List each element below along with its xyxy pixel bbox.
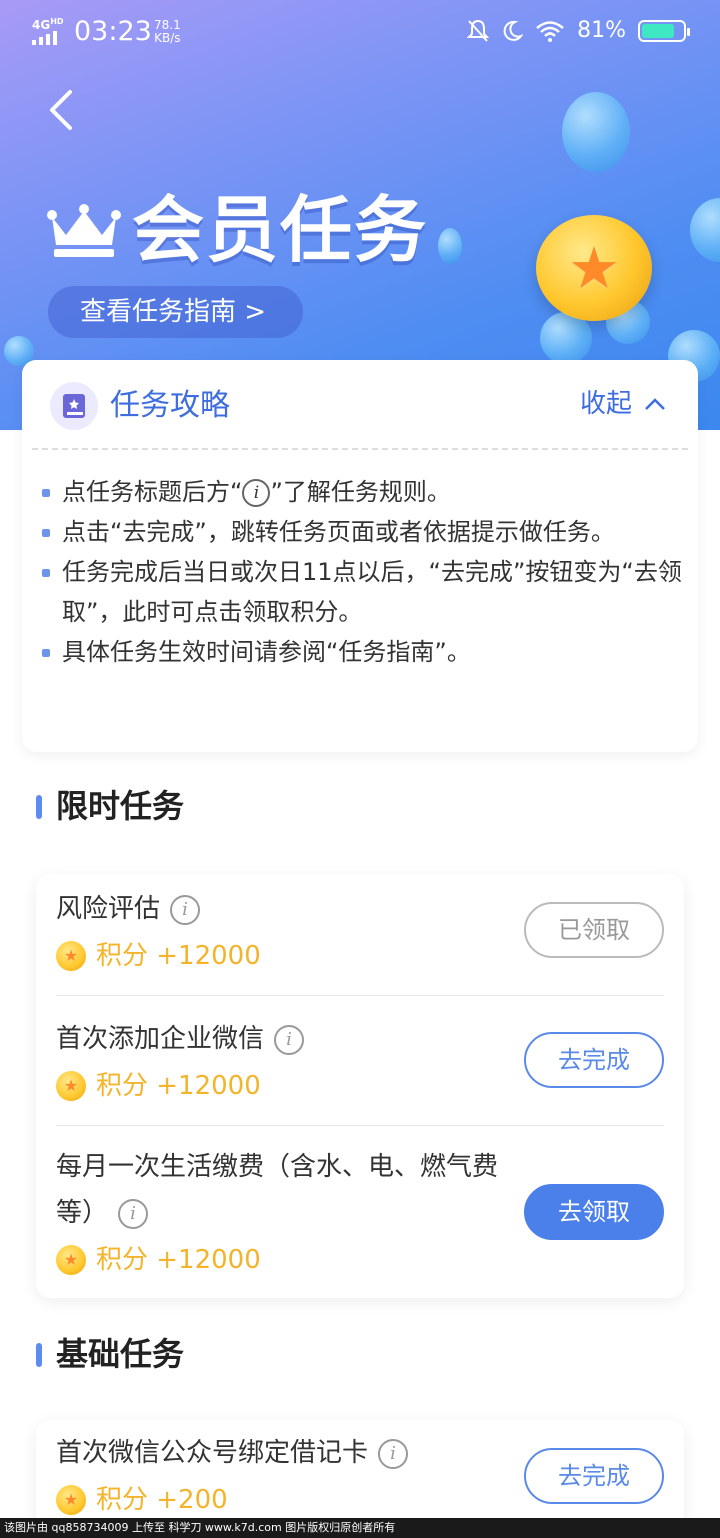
task-row: 首次添加企业微信 i ★ 积分 +12000 去完成 <box>56 996 664 1126</box>
task-name: 首次微信公众号绑定借记卡 <box>56 1438 369 1468</box>
watermark-bar: 该图片由 qq858734009 上传至 科学刀 www.k7d.com 图片版… <box>0 1518 720 1538</box>
info-icon[interactable]: i <box>274 1024 305 1055</box>
task-row: 首次微信公众号绑定借记卡 i ★ 积分 +200 去完成 <box>56 1430 664 1530</box>
coin-star-icon: ★ <box>536 215 652 321</box>
points-value: 积分 +200 <box>96 1485 228 1515</box>
decor-bubble <box>690 198 720 262</box>
page-title: 会员任务 <box>132 188 429 272</box>
crown-icon <box>47 204 121 257</box>
clock: 03:23 <box>74 16 152 47</box>
info-icon[interactable]: i <box>378 1438 409 1469</box>
battery-fill <box>642 23 675 38</box>
info-icon[interactable]: i <box>170 894 201 925</box>
collapse-label: 收起 <box>579 389 632 419</box>
claimed-button[interactable]: 已领取 <box>524 902 664 958</box>
section-title-basic: 基础任务 <box>36 1334 184 1374</box>
task-name: 风险评估 <box>56 894 161 924</box>
bullet-text: ”了解任务规则。 <box>270 478 451 506</box>
claim-button[interactable]: 去领取 <box>524 1184 664 1240</box>
list-item: 点任务标题后方“ i ”了解任务规则。 <box>42 472 682 512</box>
list-item: 具体任务生效时间请参阅“任务指南”。 <box>42 632 682 672</box>
book-icon <box>50 382 98 430</box>
task-guide-button[interactable]: 查看任务指南 > <box>48 286 303 338</box>
title-row: 会员任务 <box>46 190 428 270</box>
go-complete-button[interactable]: 去完成 <box>524 1032 664 1088</box>
battery-percent: 81% <box>577 18 626 43</box>
chevron-up-icon <box>645 398 665 410</box>
task-title[interactable]: 风险评估 i <box>56 886 516 932</box>
wifi-icon <box>536 20 564 42</box>
battery-icon <box>638 19 690 42</box>
decor-bubble <box>438 228 462 264</box>
network-indicator: 4GHD <box>32 16 64 45</box>
coin-icon: ★ <box>56 941 86 971</box>
points-value: 积分 +12000 <box>96 1071 261 1101</box>
status-bar: 4GHD 03:23 78.1 KB/s 81% <box>0 0 720 64</box>
list-item: 点击“去完成”，跳转任务页面或者依据提示做任务。 <box>42 512 682 552</box>
signal-icon <box>32 31 57 45</box>
go-complete-button[interactable]: 去完成 <box>524 1448 664 1504</box>
network-sup: HD <box>50 17 64 26</box>
back-arrow-icon[interactable] <box>44 86 84 134</box>
coin-icon: ★ <box>56 1071 86 1101</box>
task-title[interactable]: 每月一次生活缴费（含水、电、燃气费等） i <box>56 1144 516 1236</box>
list-item: 任务完成后当日或次日11点以后，“去完成”按钮变为“去领取”，此时可点击领取积分… <box>42 552 682 632</box>
info-icon[interactable]: i <box>118 1198 149 1229</box>
section-title-limited: 限时任务 <box>36 786 184 826</box>
silent-bell-icon <box>467 19 490 42</box>
bullet-text: 点任务标题后方“ <box>62 478 243 506</box>
task-points: ★ 积分 +12000 <box>56 1240 664 1280</box>
network-speed: 78.1 KB/s <box>154 19 181 45</box>
limited-task-card: 风险评估 i ★ 积分 +12000 已领取 首次添加企业微信 i ★ 积分 +12… <box>36 874 684 1298</box>
strategy-header[interactable]: 任务攻略 收起 <box>32 360 688 450</box>
status-right: 81% <box>467 18 690 43</box>
coin-icon: ★ <box>56 1245 86 1275</box>
coin-icon: ★ <box>56 1485 86 1515</box>
info-icon: i <box>242 479 271 507</box>
task-title[interactable]: 首次微信公众号绑定借记卡 i <box>56 1430 516 1476</box>
speed-unit: KB/s <box>154 31 181 45</box>
task-row: 每月一次生活缴费（含水、电、燃气费等） i ★ 积分 +12000 去领取 <box>56 1126 664 1286</box>
points-value: 积分 +12000 <box>96 1245 261 1275</box>
task-title[interactable]: 首次添加企业微信 i <box>56 1016 516 1062</box>
task-name: 首次添加企业微信 <box>56 1024 265 1054</box>
moon-icon <box>503 20 524 41</box>
strategy-bullets: 点任务标题后方“ i ”了解任务规则。 点击“去完成”，跳转任务页面或者依据提示做任… <box>42 472 682 672</box>
task-row: 风险评估 i ★ 积分 +12000 已领取 <box>56 886 664 996</box>
decor-bubble <box>562 92 630 172</box>
points-value: 积分 +12000 <box>96 941 261 971</box>
strategy-card: 任务攻略 收起 点任务标题后方“ i ”了解任务规则。 点击“去完成”，跳转任务页面… <box>22 360 698 752</box>
network-type: 4G <box>32 18 51 32</box>
collapse-button[interactable]: 收起 <box>580 380 666 428</box>
strategy-title: 任务攻略 <box>110 388 230 423</box>
